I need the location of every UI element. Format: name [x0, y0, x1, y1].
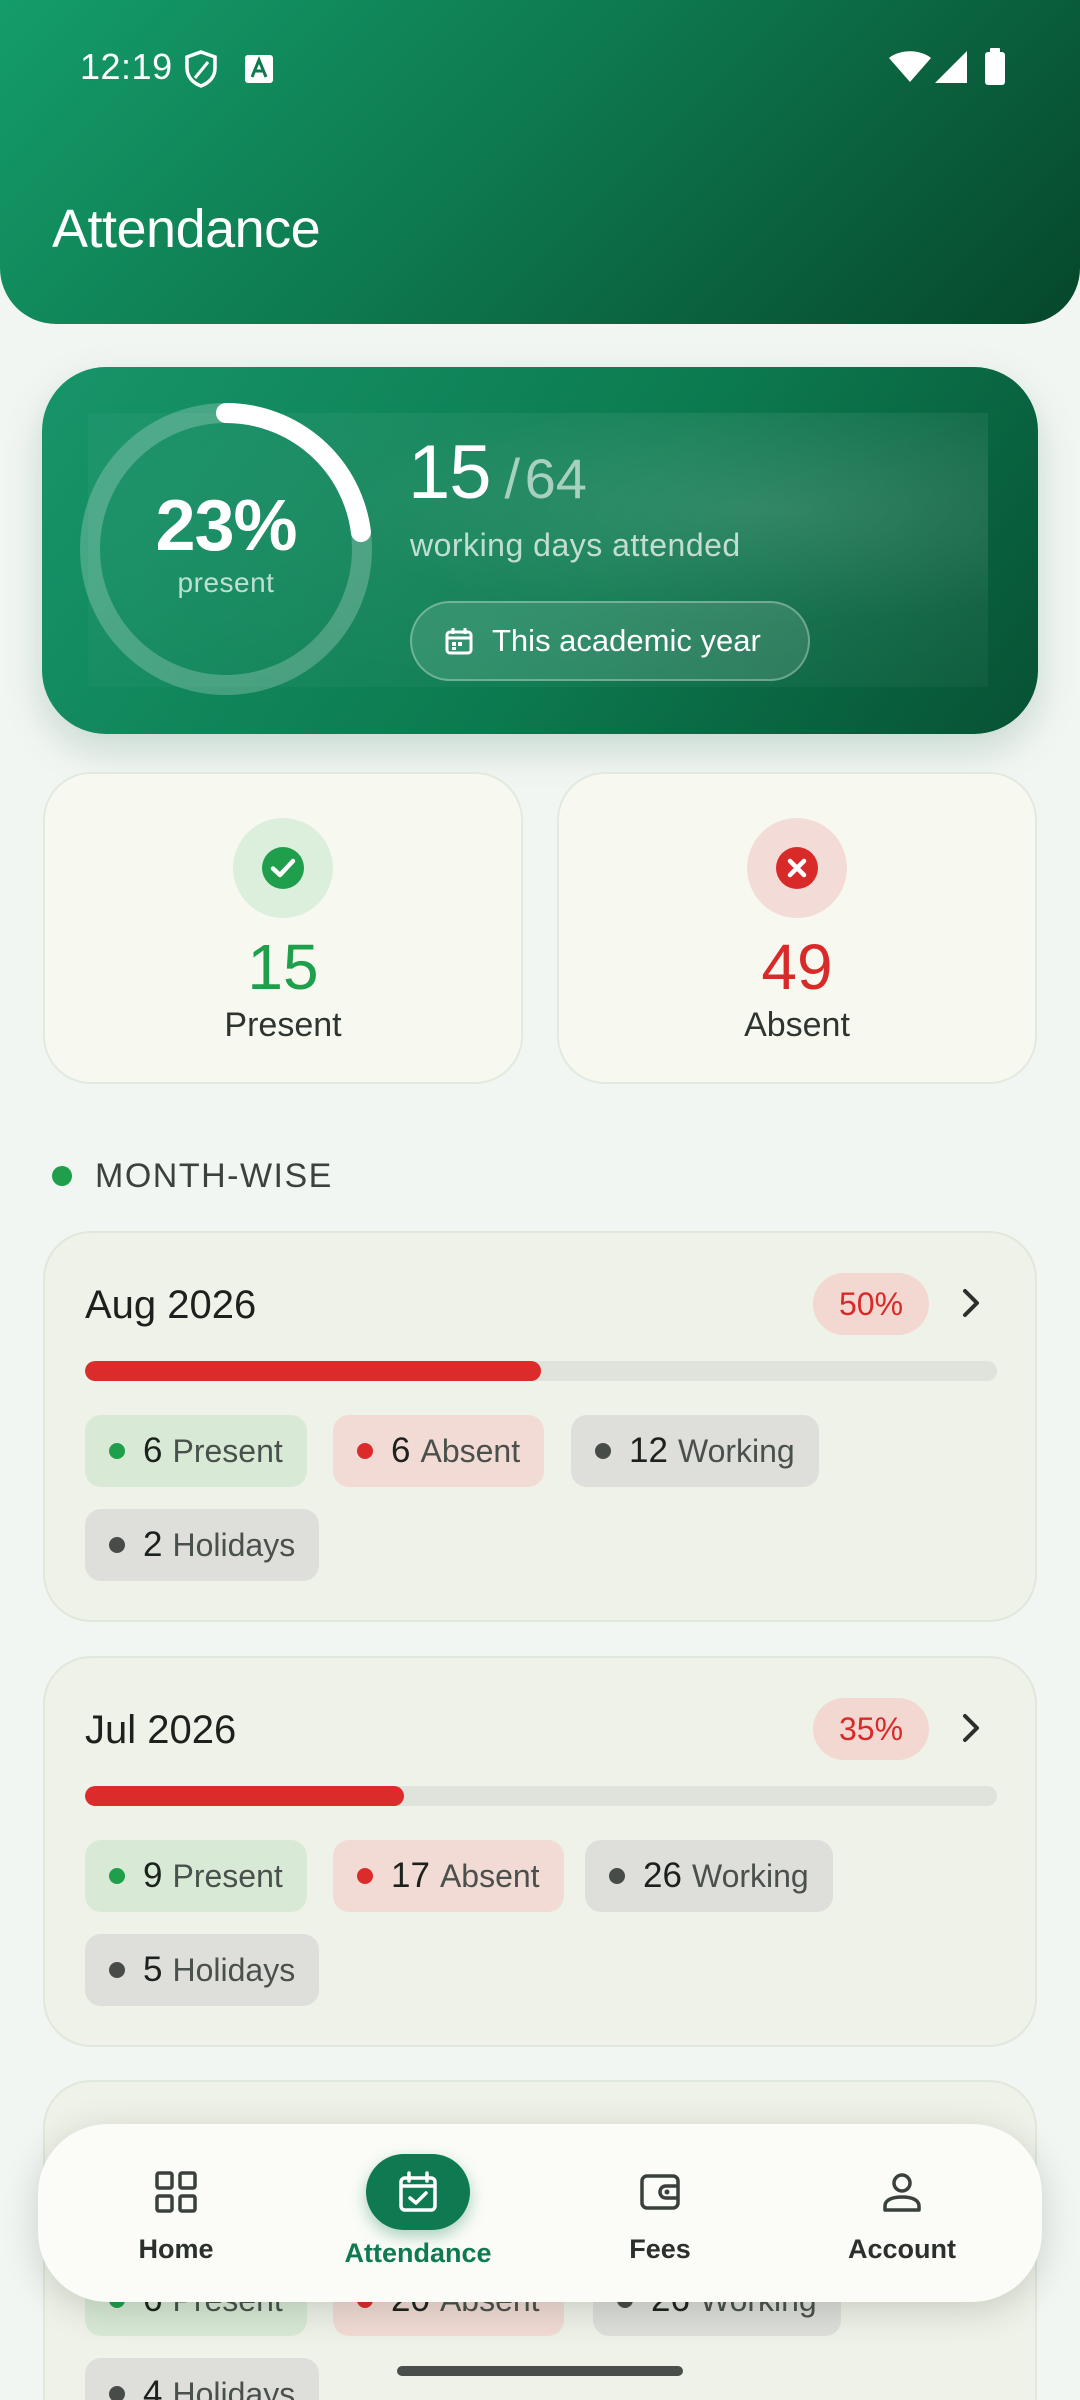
- chip-count: 17: [391, 1856, 430, 1895]
- attendance-percent-caption: present: [177, 567, 275, 598]
- present-label: Present: [224, 1006, 342, 1044]
- section-title: MONTH-WISE: [95, 1157, 333, 1195]
- check-circle-icon: [262, 847, 304, 889]
- chip-label: Present: [172, 1432, 283, 1469]
- app-header: 12:19 Attendance: [0, 0, 1080, 324]
- nav-active-indicator: [366, 2154, 470, 2230]
- attended-separator: /: [504, 447, 521, 510]
- absent-count: 49: [761, 931, 833, 1003]
- person-icon: [883, 2173, 921, 2212]
- attended-days: 15: [408, 430, 492, 515]
- holidays-dot: [109, 1537, 125, 1553]
- chevron-right-icon[interactable]: [953, 1710, 989, 1746]
- grid-icon: [155, 2171, 197, 2213]
- month-title: Aug 2026: [85, 1283, 257, 1327]
- chip-label: Absent: [420, 1432, 521, 1469]
- working-dot: [595, 1443, 611, 1459]
- present-dot: [109, 1868, 125, 1884]
- calendar-icon: [445, 628, 473, 655]
- absent-dot: [357, 1443, 373, 1459]
- absent-chip: 17 Absent: [333, 1840, 564, 1912]
- absent-icon-badge: [747, 818, 847, 918]
- period-filter-chip[interactable]: This academic year: [410, 601, 810, 681]
- chip-count: 26: [643, 1856, 682, 1895]
- holidays-dot: [109, 1962, 125, 1978]
- shield-icon: [185, 50, 217, 88]
- month-percent-badge: 50%: [813, 1273, 929, 1335]
- present-icon-badge: [233, 818, 333, 918]
- status-time: 12:19: [80, 46, 173, 87]
- nav-item-attendance[interactable]: Attendance: [308, 2124, 528, 2302]
- chip-count: 2: [143, 1525, 163, 1564]
- wallet-icon: [640, 2174, 680, 2210]
- chip-label: Working: [677, 1432, 795, 1469]
- nav-label-fees: Fees: [629, 2234, 691, 2264]
- chip-label: Present: [172, 1857, 283, 1894]
- chip-label: Holidays: [172, 2375, 296, 2400]
- month-card[interactable]: Jul 2026 35% 9 Present 17 Absent 26 Work…: [43, 1656, 1037, 2047]
- nav-label-home: Home: [138, 2234, 214, 2264]
- present-chip: 9 Present: [85, 1840, 307, 1912]
- chip-label: Holidays: [172, 1526, 296, 1563]
- present-count: 15: [247, 931, 319, 1003]
- month-card[interactable]: Aug 2026 50% 6 Present 6 Absent 12 Worki…: [43, 1231, 1037, 1622]
- present-stat-card: 15 Present: [43, 772, 523, 1084]
- nav-item-account[interactable]: Account: [792, 2124, 1012, 2302]
- attended-description: working days attended: [410, 527, 741, 563]
- chip-count: 9: [143, 1856, 163, 1895]
- chip-label: Holidays: [172, 1951, 296, 1988]
- home-indicator[interactable]: [397, 2366, 683, 2376]
- month-percent-badge: 35%: [813, 1698, 929, 1760]
- month-progress-fill: [85, 1361, 541, 1381]
- nav-label-account: Account: [848, 2234, 956, 2264]
- holidays-chip: 2 Holidays: [85, 1509, 320, 1581]
- chip-count: 5: [143, 1950, 163, 1989]
- working-dot: [609, 1868, 625, 1884]
- attendance-summary-card: 23% present 15/ 64 working days attended…: [42, 367, 1038, 734]
- nav-label-attendance: Attendance: [344, 2238, 492, 2268]
- absent-label: Absent: [744, 1006, 850, 1044]
- bottom-navigation: Home Attendance Fees Account: [38, 2124, 1042, 2302]
- chip-count: 6: [391, 1431, 411, 1470]
- chip-label: Working: [691, 1857, 809, 1894]
- present-dot: [109, 1443, 125, 1459]
- working-days-total: 64: [524, 447, 587, 510]
- month-progress-track: [85, 1786, 997, 1806]
- wifi-icon: [889, 51, 931, 82]
- month-progress-track: [85, 1361, 997, 1381]
- calendar-check-icon: [399, 2171, 437, 2212]
- section-bullet: [52, 1166, 72, 1186]
- signal-icon: [935, 51, 967, 83]
- cancel-circle-icon: [776, 847, 818, 889]
- chevron-right-icon[interactable]: [953, 1285, 989, 1321]
- attendance-percent: 23%: [155, 486, 297, 566]
- working-chip: 12 Working: [571, 1415, 819, 1487]
- working-chip: 26 Working: [585, 1840, 833, 1912]
- nav-item-fees[interactable]: Fees: [550, 2124, 770, 2302]
- battery-icon: [985, 48, 1005, 85]
- chip-count: 6: [143, 1431, 163, 1470]
- text-a-icon: [245, 55, 273, 83]
- holidays-dot: [109, 2386, 125, 2400]
- holidays-chip: 5 Holidays: [85, 1934, 320, 2006]
- nav-item-home[interactable]: Home: [66, 2124, 286, 2302]
- status-bar: 12:19: [0, 0, 1080, 136]
- holidays-chip: 4 Holidays: [85, 2358, 320, 2400]
- present-chip: 6 Present: [85, 1415, 307, 1487]
- chip-count: 12: [629, 1431, 668, 1470]
- period-filter-label: This academic year: [492, 623, 761, 658]
- month-progress-fill: [85, 1786, 405, 1806]
- absent-chip: 6 Absent: [333, 1415, 545, 1487]
- absent-stat-card: 49 Absent: [557, 772, 1037, 1084]
- chip-count: 4: [143, 2374, 163, 2400]
- chip-label: Absent: [439, 1857, 540, 1894]
- attended-count: 15/ 64: [408, 429, 587, 516]
- absent-dot: [357, 1868, 373, 1884]
- month-title: Jul 2026: [85, 1708, 237, 1752]
- page-title: Attendance: [52, 199, 321, 259]
